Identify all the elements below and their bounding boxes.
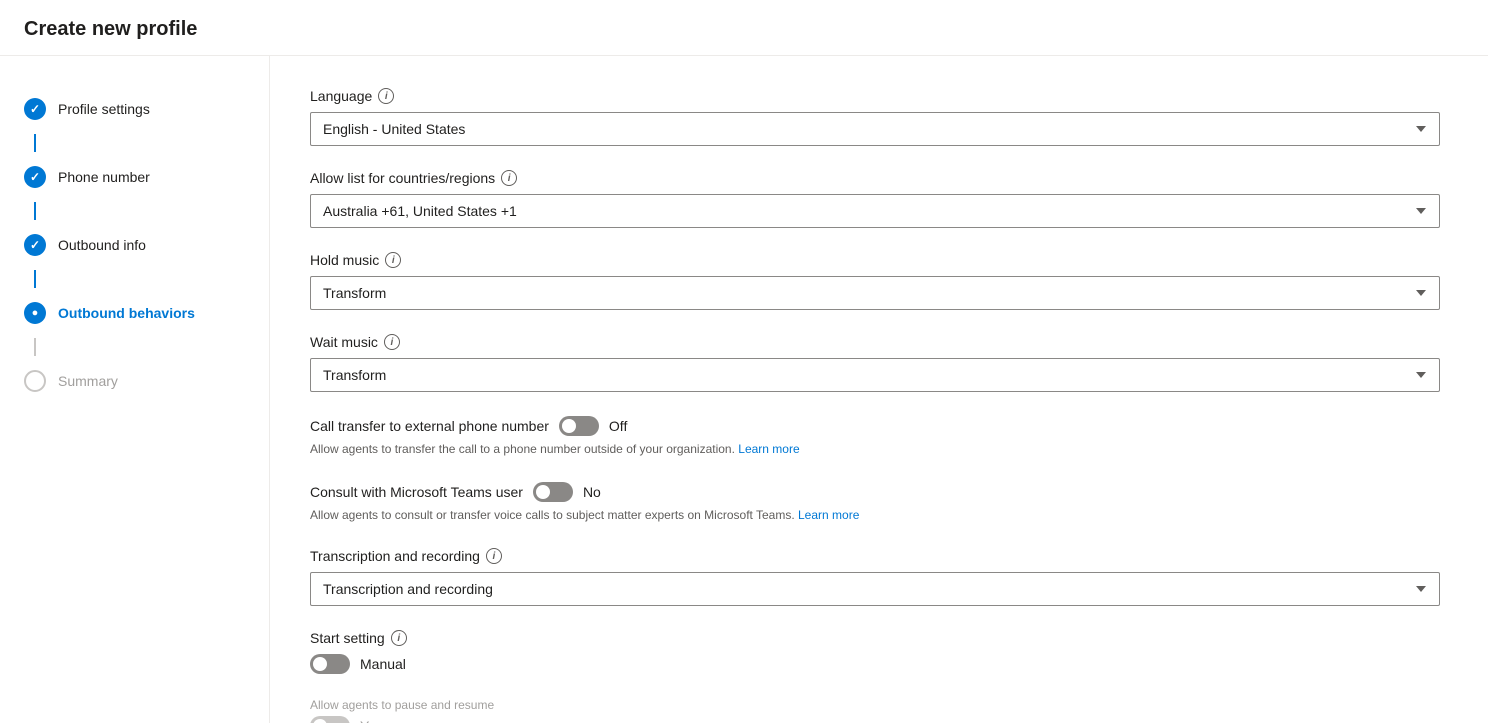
call-transfer-toggle-row: Call transfer to external phone number O… xyxy=(310,416,1448,436)
wait-music-select[interactable]: Transform xyxy=(310,358,1440,392)
consult-teams-learn-more[interactable]: Learn more xyxy=(798,508,859,522)
start-setting-info-icon[interactable]: i xyxy=(391,630,407,646)
language-select-wrapper: English - United States xyxy=(310,112,1440,146)
consult-teams-section: Consult with Microsoft Teams user No All… xyxy=(310,482,1448,524)
wait-music-section: Wait music i Transform xyxy=(310,334,1448,392)
sidebar: ✓ Profile settings ✓ Phone number ✓ Outb… xyxy=(0,56,270,723)
sidebar-item-outbound-info[interactable]: ✓ Outbound info xyxy=(0,220,269,270)
page-title: Create new profile xyxy=(24,18,1464,41)
allow-list-info-icon[interactable]: i xyxy=(501,170,517,186)
language-info-icon[interactable]: i xyxy=(378,88,394,104)
transcription-select[interactable]: Transcription and recording xyxy=(310,572,1440,606)
transcription-info-icon[interactable]: i xyxy=(486,548,502,564)
sidebar-item-profile-settings[interactable]: ✓ Profile settings xyxy=(0,84,269,134)
consult-teams-toggle-row: Consult with Microsoft Teams user No xyxy=(310,482,1448,502)
allow-list-section: Allow list for countries/regions i Austr… xyxy=(310,170,1448,228)
allow-list-label: Allow list for countries/regions i xyxy=(310,170,1448,186)
step-indicator-summary xyxy=(24,370,46,392)
consult-teams-helper: Allow agents to consult or transfer voic… xyxy=(310,506,1448,524)
step-connector-1 xyxy=(34,134,36,152)
main-content: Language i English - United States Allow… xyxy=(270,56,1488,723)
hold-music-info-icon[interactable]: i xyxy=(385,252,401,268)
main-layout: ✓ Profile settings ✓ Phone number ✓ Outb… xyxy=(0,56,1488,723)
allow-pause-state: Yes xyxy=(360,718,383,723)
step-indicator-outbound-behaviors: ● xyxy=(24,302,46,324)
allow-list-select[interactable]: Australia +61, United States +1 xyxy=(310,194,1440,228)
sidebar-label-phone-number: Phone number xyxy=(58,169,150,185)
transcription-label: Transcription and recording i xyxy=(310,548,1448,564)
call-transfer-helper: Allow agents to transfer the call to a p… xyxy=(310,440,1448,458)
page-header: Create new profile xyxy=(0,0,1488,56)
step-indicator-outbound-info: ✓ xyxy=(24,234,46,256)
call-transfer-label: Call transfer to external phone number xyxy=(310,418,549,434)
consult-teams-state: No xyxy=(583,484,601,500)
step-connector-2 xyxy=(34,202,36,220)
sidebar-label-outbound-behaviors: Outbound behaviors xyxy=(58,305,195,321)
sidebar-item-outbound-behaviors[interactable]: ● Outbound behaviors xyxy=(0,288,269,338)
language-select[interactable]: English - United States xyxy=(310,112,1440,146)
language-section: Language i English - United States xyxy=(310,88,1448,146)
consult-teams-toggle[interactable] xyxy=(533,482,573,502)
allow-pause-section: Allow agents to pause and resume Yes xyxy=(310,698,1448,723)
sidebar-item-summary[interactable]: Summary xyxy=(0,356,269,406)
allow-pause-label: Allow agents to pause and resume xyxy=(310,698,1448,712)
sidebar-label-outbound-info: Outbound info xyxy=(58,237,146,253)
step-indicator-profile-settings: ✓ xyxy=(24,98,46,120)
start-setting-label: Start setting i xyxy=(310,630,1448,646)
step-indicator-phone-number: ✓ xyxy=(24,166,46,188)
consult-teams-label: Consult with Microsoft Teams user xyxy=(310,484,523,500)
start-setting-toggle-row: Manual xyxy=(310,654,1448,674)
hold-music-select[interactable]: Transform xyxy=(310,276,1440,310)
wait-music-info-icon[interactable]: i xyxy=(384,334,400,350)
sidebar-item-phone-number[interactable]: ✓ Phone number xyxy=(0,152,269,202)
start-setting-section: Start setting i Manual xyxy=(310,630,1448,674)
hold-music-select-wrapper: Transform xyxy=(310,276,1440,310)
step-connector-4 xyxy=(34,338,36,356)
hold-music-section: Hold music i Transform xyxy=(310,252,1448,310)
start-setting-toggle[interactable] xyxy=(310,654,350,674)
transcription-section: Transcription and recording i Transcript… xyxy=(310,548,1448,606)
call-transfer-section: Call transfer to external phone number O… xyxy=(310,416,1448,458)
step-connector-3 xyxy=(34,270,36,288)
wait-music-label: Wait music i xyxy=(310,334,1448,350)
language-label: Language i xyxy=(310,88,1448,104)
transcription-select-wrapper: Transcription and recording xyxy=(310,572,1440,606)
call-transfer-state: Off xyxy=(609,418,627,434)
start-setting-state: Manual xyxy=(360,656,406,672)
call-transfer-toggle[interactable] xyxy=(559,416,599,436)
sidebar-label-summary: Summary xyxy=(58,373,118,389)
allow-list-select-wrapper: Australia +61, United States +1 xyxy=(310,194,1440,228)
call-transfer-learn-more[interactable]: Learn more xyxy=(738,442,799,456)
wait-music-select-wrapper: Transform xyxy=(310,358,1440,392)
hold-music-label: Hold music i xyxy=(310,252,1448,268)
sidebar-label-profile-settings: Profile settings xyxy=(58,101,150,117)
